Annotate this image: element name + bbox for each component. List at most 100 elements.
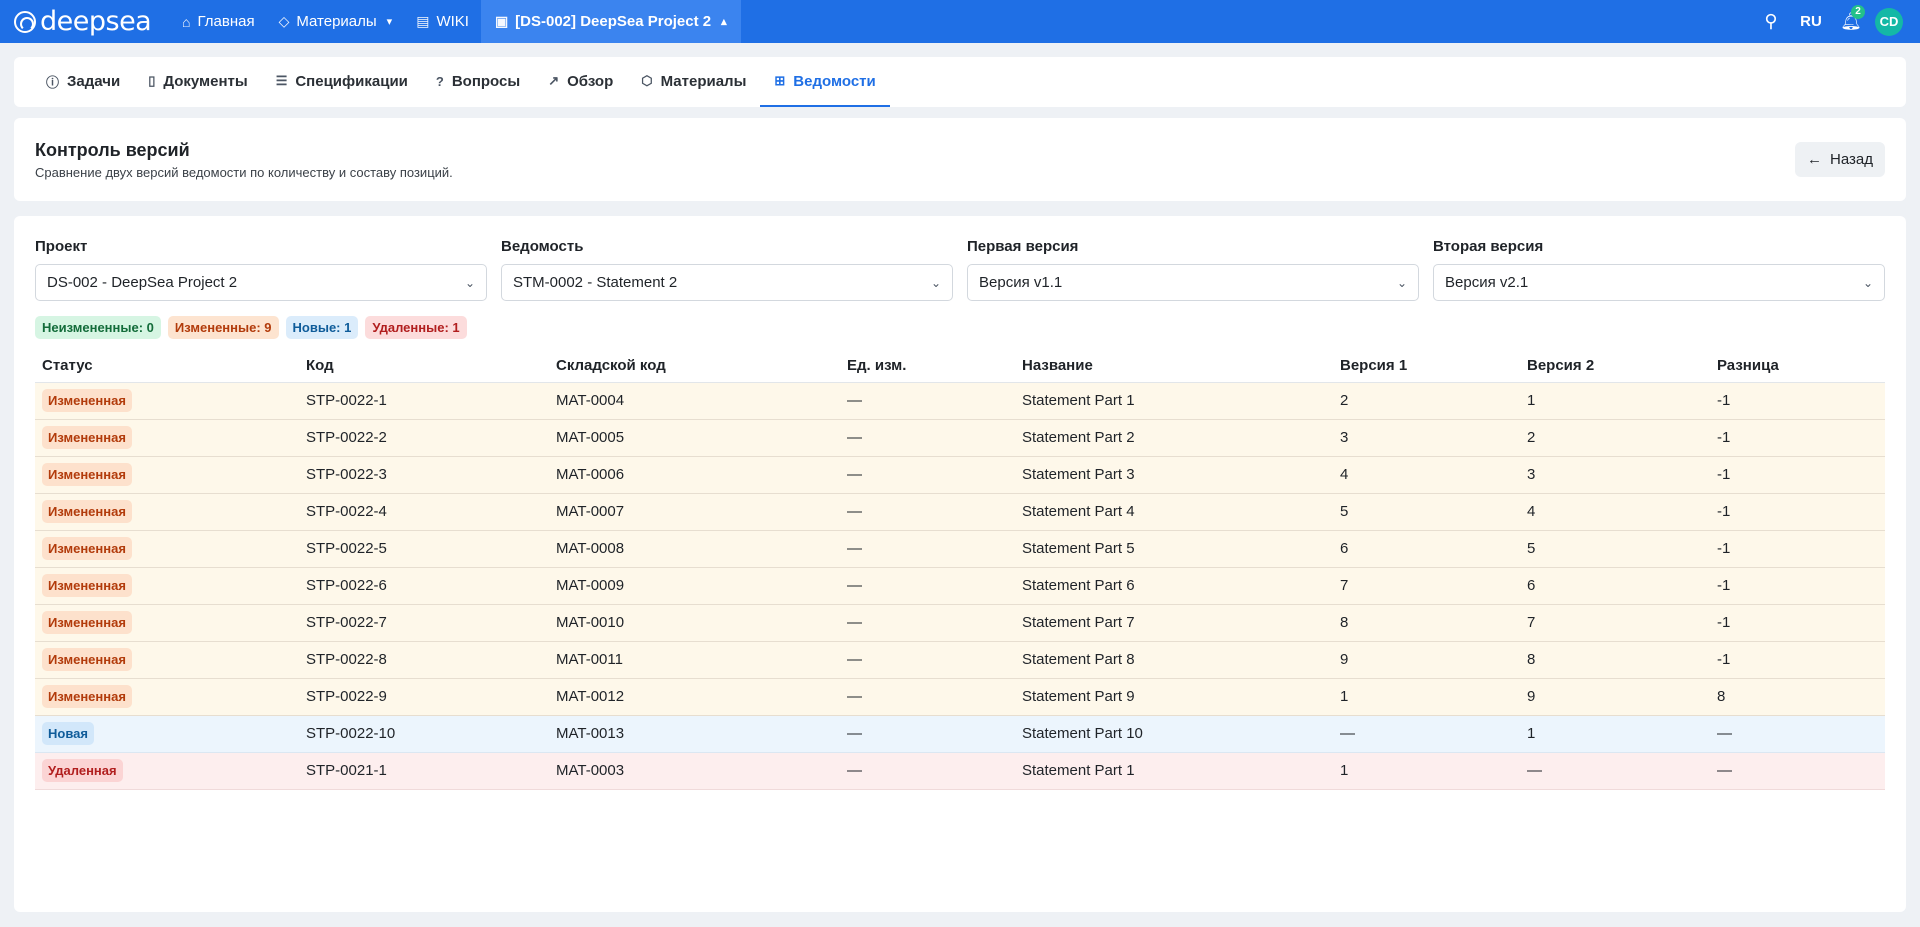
search-icon[interactable]: ⚲ — [1751, 11, 1791, 32]
stock-code-cell: MAT-0008 — [549, 530, 840, 568]
column-header-unit[interactable]: Ед. изм. — [840, 349, 1015, 383]
table-row[interactable]: Удаленная STP-0021-1 MAT-0003— Statement Pa… — [35, 752, 1885, 790]
table-row[interactable]: Измененная STP-0022-3 MAT-0006— Statement P… — [35, 456, 1885, 494]
unit-cell: — — [840, 419, 1015, 457]
code-cell: STP-0022-9 — [299, 678, 549, 716]
code-cell: STP-0022-4 — [299, 493, 549, 531]
unit-cell: — — [840, 382, 1015, 420]
table-row[interactable]: Новая STP-0022-10 MAT-0013 — Statement Part … — [35, 715, 1885, 753]
status-badge: Удаленная — [42, 759, 123, 782]
name-cell: Statement Part 7 — [1015, 604, 1333, 642]
first-version-select[interactable]: Версия v1.1 ⌄ — [967, 264, 1419, 301]
difference-cell: -1 — [1710, 493, 1885, 531]
tab-label: Задачи — [67, 72, 121, 90]
status-badge: Измененная — [42, 537, 132, 560]
unit-cell: — — [840, 752, 1015, 790]
version-2-cell: 4 — [1520, 493, 1710, 531]
stock-code-cell: MAT-0006 — [549, 456, 840, 494]
summary-chips: Неизмененные: 0 Измененные: 9 Новые: 1 У… — [35, 316, 1885, 339]
table-row[interactable]: Измененная STP-0022-1 MAT-0004— Statement P… — [35, 382, 1885, 420]
status-badge: Измененная — [42, 500, 132, 523]
logo[interactable]: deepsea — [0, 6, 170, 37]
column-header-difference[interactable]: Разница — [1710, 349, 1885, 383]
nav-item-wiki[interactable]: ▤ WIKI — [404, 0, 481, 43]
status-cell: Измененная — [35, 456, 299, 494]
tab-documents[interactable]: ▯ Документы — [134, 57, 262, 107]
column-header-name[interactable]: Название — [1015, 349, 1333, 383]
unit-cell: — — [840, 530, 1015, 568]
notifications-badge: 2 — [1851, 4, 1865, 19]
difference-cell: — — [1710, 715, 1885, 753]
table-row[interactable]: Измененная STP-0022-9 MAT-0012— Statement P… — [35, 678, 1885, 716]
stock-code-cell: MAT-0013 — [549, 715, 840, 753]
book-icon: ▤ — [416, 13, 430, 29]
table-row[interactable]: Измененная STP-0022-5 MAT-0008— Statement P… — [35, 530, 1885, 568]
nav-item-project[interactable]: ▣ [DS-002] DeepSea Project 2 ▴ — [480, 0, 741, 43]
statement-select[interactable]: STM-0002 - Statement 2 ⌄ — [501, 264, 953, 301]
column-header-stock-code[interactable]: Складской код — [549, 349, 840, 383]
tab-statements[interactable]: ⊞ Ведомости — [760, 57, 890, 107]
top-navbar: deepsea ⌂ Главная ◇ Материалы ▾ ▤ WIKI ▣… — [0, 0, 1920, 43]
version-1-cell: 4 — [1333, 456, 1520, 494]
avatar[interactable]: CD — [1875, 7, 1903, 36]
status-cell: Новая — [35, 715, 299, 753]
tab-questions[interactable]: ? Вопросы — [422, 57, 534, 107]
chevron-down-icon: ⌄ — [1862, 275, 1873, 290]
tab-label: Документы — [163, 72, 248, 90]
column-header-status[interactable]: Статус — [35, 349, 299, 383]
status-cell: Измененная — [35, 641, 299, 679]
chevron-down-icon: ▾ — [386, 16, 393, 28]
column-header-version-1[interactable]: Версия 1 — [1333, 349, 1520, 383]
unchanged-count-badge: Неизмененные: 0 — [35, 316, 161, 339]
tab-materials[interactable]: ⬡ Материалы — [627, 57, 760, 107]
version-compare-panel: Проект DS-002 - DeepSea Project 2 ⌄ Ведо… — [14, 216, 1906, 912]
nav-item-materials[interactable]: ◇ Материалы ▾ — [267, 0, 405, 43]
status-badge: Новая — [42, 722, 94, 745]
list-icon: ☰ — [275, 73, 288, 88]
nav-item-home[interactable]: ⌂ Главная — [170, 0, 267, 43]
table-row[interactable]: Измененная STP-0022-7 MAT-0010— Statement P… — [35, 604, 1885, 642]
column-header-version-2[interactable]: Версия 2 — [1520, 349, 1710, 383]
column-header-code[interactable]: Код — [299, 349, 549, 383]
unit-cell: — — [840, 604, 1015, 642]
back-button[interactable]: ← Назад — [1795, 142, 1885, 177]
navbar-actions: ⚲ RU 🔔︎ 2 CD — [1751, 0, 1920, 43]
second-version-select[interactable]: Версия v2.1 ⌄ — [1433, 264, 1885, 301]
name-cell: Statement Part 10 — [1015, 715, 1333, 753]
table-row[interactable]: Измененная STP-0022-4 MAT-0007— Statement P… — [35, 493, 1885, 531]
project-select[interactable]: DS-002 - DeepSea Project 2 ⌄ — [35, 264, 487, 301]
logo-text: deepsea — [40, 6, 152, 37]
notifications-button[interactable]: 🔔︎ 2 — [1831, 4, 1871, 32]
version-2-cell: 9 — [1520, 678, 1710, 716]
tab-label: Материалы — [660, 72, 747, 90]
tab-label: Ведомости — [793, 72, 876, 90]
version-2-cell: 1 — [1520, 715, 1710, 753]
deleted-count-badge: Удаленные: 1 — [365, 316, 467, 339]
name-cell: Statement Part 1 — [1015, 382, 1333, 420]
table-row[interactable]: Измененная STP-0022-2 MAT-0005— Statement P… — [35, 419, 1885, 457]
alert-circle-icon: ⓘ — [46, 74, 60, 90]
table-row[interactable]: Измененная STP-0022-8 MAT-0011— Statement P… — [35, 641, 1885, 679]
tab-tasks[interactable]: ⓘ Задачи — [32, 57, 134, 107]
table-header-row: Статус Код Складской код Ед. изм. Назван… — [35, 349, 1885, 383]
tab-overview[interactable]: ↗ Обзор — [534, 57, 627, 107]
nav-item-label: [DS-002] DeepSea Project 2 — [515, 13, 712, 30]
difference-cell: -1 — [1710, 456, 1885, 494]
select-value: Версия v1.1 — [979, 274, 1063, 291]
version-2-cell: 8 — [1520, 641, 1710, 679]
version-1-cell: 7 — [1333, 567, 1520, 605]
code-cell: STP-0022-10 — [299, 715, 549, 753]
file-icon: ▯ — [148, 73, 156, 88]
filter-statement: Ведомость STM-0002 - Statement 2 ⌄ — [501, 238, 953, 301]
name-cell: Statement Part 6 — [1015, 567, 1333, 605]
tab-specifications[interactable]: ☰ Спецификации — [262, 57, 422, 107]
language-switch[interactable]: RU — [1791, 13, 1831, 30]
table-row[interactable]: Измененная STP-0022-6 MAT-0009— Statement P… — [35, 567, 1885, 605]
version-1-cell: 6 — [1333, 530, 1520, 568]
difference-cell: -1 — [1710, 419, 1885, 457]
stock-code-cell: MAT-0009 — [549, 567, 840, 605]
stock-code-cell: MAT-0011 — [549, 641, 840, 679]
code-cell: STP-0022-1 — [299, 382, 549, 420]
select-value: Версия v2.1 — [1445, 274, 1529, 291]
unit-cell: — — [840, 493, 1015, 531]
